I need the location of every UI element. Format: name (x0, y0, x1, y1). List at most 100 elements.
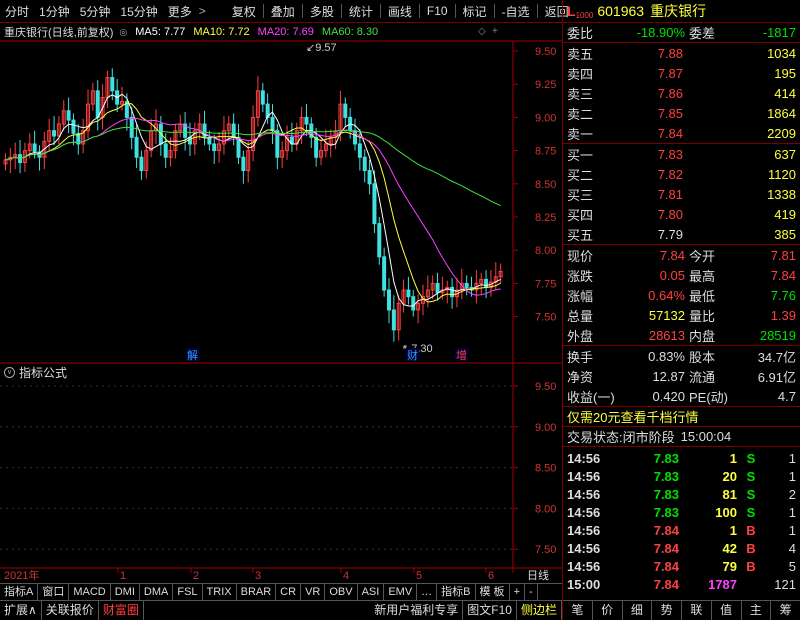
buy-row[interactable]: 买四 7.80 419 (563, 204, 800, 224)
indicator-axis-label: 8.00 (535, 503, 556, 515)
sell-row[interactable]: 卖五 7.88 1034 (563, 43, 800, 63)
tab-brar[interactable]: BRAR (237, 584, 277, 600)
tab-vr[interactable]: VR (301, 584, 326, 600)
tab-timeshare[interactable]: 分时 (0, 3, 34, 20)
tab-template[interactable]: 模 板 (476, 584, 510, 600)
sell-row[interactable]: 卖三 7.86 414 (563, 83, 800, 103)
nav-detail[interactable]: 细 (623, 601, 653, 620)
tab-1min[interactable]: 1分钟 (34, 3, 75, 20)
nav-chips[interactable]: 筹 (771, 601, 800, 620)
buy-row[interactable]: 买五 7.79 385 (563, 224, 800, 244)
buy-label: 买四 (567, 207, 594, 223)
tab-cr[interactable]: CR (276, 584, 302, 600)
tab-emv[interactable]: EMV (384, 584, 418, 600)
f10-button[interactable]: F10 (422, 4, 453, 18)
tab-trix[interactable]: TRIX (203, 584, 237, 600)
nav-trades[interactable]: 笔 (563, 601, 593, 620)
stat-label: 量比 (689, 308, 716, 324)
stat-label: 换手 (567, 349, 594, 365)
zoom-out-button[interactable]: - (525, 584, 538, 600)
restore-rights-button[interactable]: 复权 (227, 3, 261, 20)
multi-stock-button[interactable]: 多股 (305, 3, 339, 20)
tick-price: 7.83 (653, 486, 679, 502)
candle-body (382, 256, 387, 291)
candle-body (32, 143, 37, 153)
stat-label: PE(动) (689, 389, 729, 405)
indicator-bar: v 指标公式 (0, 363, 67, 381)
tab-asi[interactable]: ASI (358, 584, 385, 600)
high-price-label: ↙9.57 (306, 42, 337, 54)
tab-dmi[interactable]: DMI (111, 584, 140, 600)
chevron-right-icon[interactable]: > (194, 4, 211, 18)
tab-macd[interactable]: MACD (69, 584, 111, 600)
draw-line-button[interactable]: 画线 (383, 3, 417, 20)
stat-row: 换手 0.83% 股本 34.7亿 (563, 346, 800, 366)
statistics-button[interactable]: 统计 (344, 3, 378, 20)
remove-watchlist-button[interactable]: -自选 (497, 3, 535, 20)
price-stats: 现价 7.84 今开 7.81 涨跌 0.05 最高 7.84 涨幅 0.64% 最低 7.76 总量 5… (563, 244, 800, 345)
order-ratio-row: 委比 -18.90% 委差 -1817 (563, 22, 800, 42)
stat-value: 28613 (648, 327, 685, 343)
tab-15min[interactable]: 15分钟 (115, 3, 162, 20)
tick-count: 5 (788, 558, 796, 574)
tick-time: 14:56 (567, 504, 601, 520)
nav-value[interactable]: 值 (712, 601, 742, 620)
order-diff-value: -1817 (762, 25, 796, 40)
sell-row[interactable]: 卖一 7.84 2209 (563, 123, 800, 143)
sell-price: 7.86 (657, 85, 683, 101)
buy-row[interactable]: 买二 7.82 1120 (563, 164, 800, 184)
promo-row[interactable]: 仅需20元查看千档行情 (563, 406, 800, 426)
candle-body (139, 156, 144, 172)
chart-canvas: 9.50 9.25 9.00 8.75 8.50 8.25 8.00 7.75 7.50 9.50… (0, 40, 562, 582)
tab-indicator-b[interactable]: 指标B (437, 584, 476, 600)
tab-indicator-a[interactable]: 指标A (0, 584, 39, 600)
promo-text[interactable]: 仅需20元查看千档行情 (567, 407, 698, 426)
buy-price: 7.82 (657, 166, 683, 182)
sell-row[interactable]: 卖二 7.85 1864 (563, 103, 800, 123)
wealth-circle-tab[interactable]: 财富圈 (99, 601, 144, 620)
tick-volume: 79 (722, 558, 737, 574)
tab-more[interactable]: 更多 (163, 3, 197, 20)
sell-label: 卖一 (567, 126, 594, 142)
new-user-promo-link[interactable]: 新用户福利专享 (370, 601, 464, 620)
fundamental-stats: 换手 0.83% 股本 34.7亿 净资 12.87 流通 6.91亿 收益(一) 0.420 PE… (563, 345, 800, 406)
indicator-formula-label[interactable]: 指标公式 (19, 364, 67, 381)
chevron-down-icon[interactable]: v (4, 366, 15, 378)
related-quotes-tab[interactable]: 关联报价 (42, 601, 99, 620)
tick-side: S (746, 504, 756, 520)
tick-count: 1 (788, 450, 796, 466)
trade-status-time: 15:00:04 (680, 429, 732, 444)
stat-row: 外盘 28613 内盘 28519 (563, 325, 800, 345)
stat-label: 最低 (689, 288, 716, 304)
overlay-button[interactable]: 叠加 (266, 3, 300, 20)
tab-fsl[interactable]: FSL (173, 584, 203, 600)
buy-row[interactable]: 买一 7.83 637 (563, 144, 800, 164)
tab-window[interactable]: 窗口 (38, 584, 70, 600)
sell-row[interactable]: 卖四 7.87 195 (563, 63, 800, 83)
order-ratio-value: -18.90% (636, 25, 685, 40)
nav-related[interactable]: 联 (682, 601, 712, 620)
buy-label: 买五 (567, 227, 594, 243)
sell-label: 卖五 (567, 46, 594, 62)
sidebar-toggle[interactable]: 侧边栏 (517, 601, 562, 620)
kline-chart-area[interactable]: 重庆银行(日线,前复权) ◎ MA5: 7.77 MA10: 7.72 MA20… (0, 23, 562, 582)
zoom-in-button[interactable]: + (510, 584, 525, 600)
tab-more-ellipsis[interactable]: … (417, 584, 438, 600)
nav-price[interactable]: 价 (593, 601, 623, 620)
candle-body (163, 143, 168, 158)
mark-button[interactable]: 标记 (458, 3, 492, 20)
f10-graphic-link[interactable]: 图文F10 (463, 601, 517, 620)
nav-trend[interactable]: 势 (652, 601, 682, 620)
x-axis-label: 4 (343, 570, 349, 582)
tick-volume: 20 (722, 468, 737, 484)
tab-5min[interactable]: 5分钟 (75, 3, 116, 20)
nav-main[interactable]: 主 (742, 601, 772, 620)
x-axis-label: 2021年 (4, 568, 39, 582)
stat-label: 内盘 (689, 328, 716, 344)
tab-obv[interactable]: OBV (325, 584, 358, 600)
tick-time: 14:56 (567, 540, 601, 556)
expand-button[interactable]: 扩展∧ (0, 601, 42, 620)
buy-row[interactable]: 买三 7.81 1338 (563, 184, 800, 204)
tab-dma[interactable]: DMA (140, 584, 174, 600)
candle-body (435, 282, 440, 294)
